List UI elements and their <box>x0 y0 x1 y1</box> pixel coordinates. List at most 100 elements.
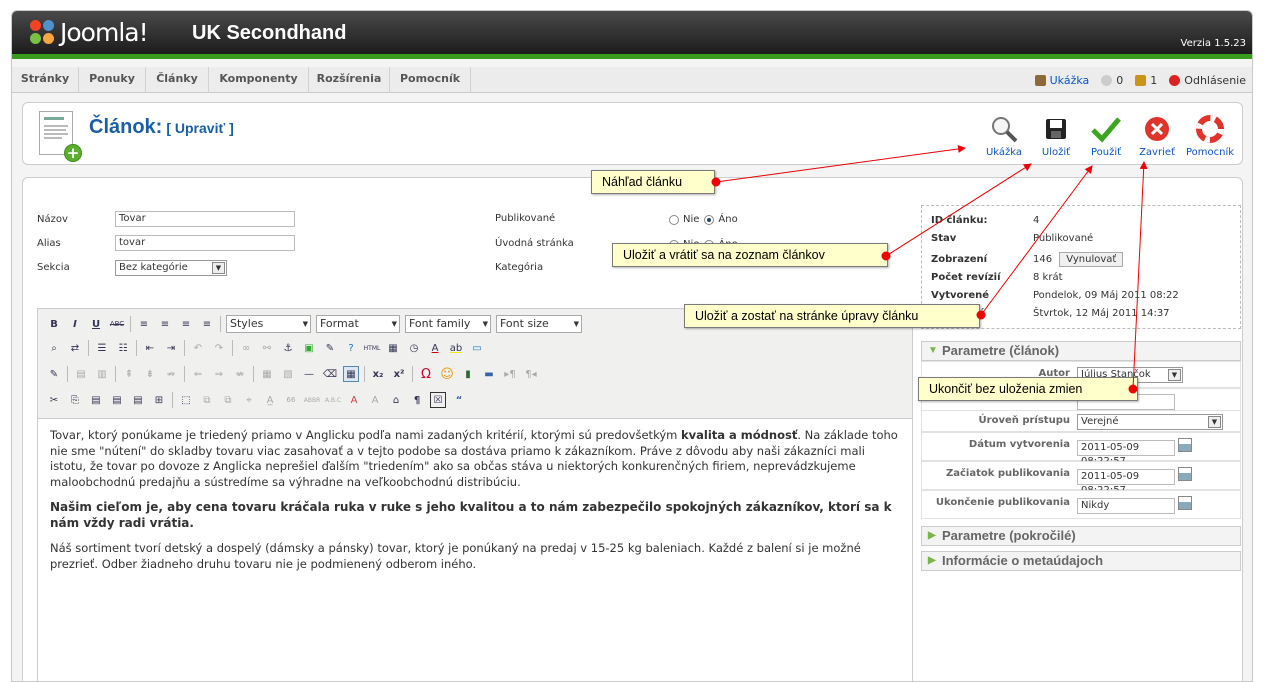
preview-doc-icon[interactable]: ▭ <box>469 340 485 356</box>
cell-props-icon[interactable]: ▥ <box>94 366 110 382</box>
help-button[interactable]: Pomocník <box>1186 115 1234 158</box>
select-all-icon[interactable]: ⊞ <box>151 392 167 408</box>
acronym-icon[interactable]: A.B.C <box>325 392 341 408</box>
split-icon[interactable]: ▧ <box>280 366 296 382</box>
ltr-icon[interactable]: ▸¶ <box>502 366 518 382</box>
menu-item-help[interactable]: Pomocník <box>390 67 471 93</box>
table-icon[interactable]: ▦ <box>343 366 359 382</box>
image-icon[interactable]: ▣ <box>301 340 317 356</box>
users-count[interactable]: 1 <box>1135 74 1157 87</box>
nbsp-icon[interactable]: ▬ <box>481 366 497 382</box>
format-dropdown[interactable]: Format ▼ <box>316 315 400 333</box>
show-blocks-icon[interactable]: ¶ <box>409 392 425 408</box>
indent-icon[interactable]: ⇥ <box>163 340 179 356</box>
copy-icon[interactable]: ⎘ <box>67 392 83 408</box>
find-icon[interactable]: ⌕ <box>46 340 62 356</box>
abbr-icon[interactable]: ABBR <box>304 392 321 408</box>
font-size-dropdown[interactable]: Font size ▼ <box>496 315 582 333</box>
insert-layer-icon[interactable]: ⧉ <box>199 392 215 408</box>
apply-button[interactable]: Použiť <box>1082 115 1130 158</box>
calendar-icon[interactable] <box>1178 496 1192 510</box>
paste-word-icon[interactable]: ▤ <box>130 392 146 408</box>
merge-icon[interactable]: ▦ <box>259 366 275 382</box>
eraser-icon[interactable]: ⌫ <box>322 366 338 382</box>
italic-icon[interactable]: I <box>67 316 83 332</box>
published-no-radio[interactable] <box>669 214 679 225</box>
access-select[interactable]: Verejné ▼ <box>1077 414 1223 430</box>
delete-col-icon[interactable]: ⇎ <box>232 366 248 382</box>
undo-icon[interactable]: ↶ <box>190 340 206 356</box>
media-icon[interactable]: ▮ <box>460 366 476 382</box>
menu-item-menus[interactable]: Ponuky <box>79 67 146 93</box>
cleanup-icon[interactable]: ✎ <box>322 340 338 356</box>
editor-content[interactable]: Tovar, ktorý ponúkame je triedený priamo… <box>50 428 900 582</box>
published-yes-radio[interactable] <box>704 214 715 225</box>
special-char-icon[interactable]: Ω <box>418 366 434 382</box>
preview-link[interactable]: Ukážka <box>1034 74 1089 87</box>
underline-icon[interactable]: U <box>88 316 104 332</box>
params-advanced-header[interactable]: ▶ Parametre (pokročilé) <box>921 526 1241 546</box>
superscript-icon[interactable]: x² <box>391 366 407 382</box>
preview-button[interactable]: Ukážka <box>980 115 1028 158</box>
strikethrough-icon[interactable]: ABC <box>109 316 125 332</box>
outdent-icon[interactable]: ⇤ <box>142 340 158 356</box>
row-before-icon[interactable]: ⇞ <box>121 366 137 382</box>
metadata-header[interactable]: ▶ Informácie o metaúdajoch <box>921 551 1241 571</box>
move-forward-icon[interactable]: ⧉ <box>220 392 236 408</box>
edit-icon[interactable]: ✎ <box>46 366 62 382</box>
styles-props-icon[interactable]: A̲ <box>262 392 278 408</box>
del-icon[interactable]: A <box>346 392 362 408</box>
align-right-icon[interactable]: ≡ <box>178 316 194 332</box>
calendar-icon[interactable] <box>1178 467 1192 481</box>
cut-icon[interactable]: ✂ <box>46 392 62 408</box>
replace-icon[interactable]: ⇄ <box>67 340 83 356</box>
unlink-icon[interactable]: ⚯ <box>259 340 275 356</box>
section-select[interactable]: Bez kategórie ▼ <box>115 260 227 276</box>
align-center-icon[interactable]: ≡ <box>157 316 173 332</box>
html-icon[interactable]: HTML <box>364 340 381 356</box>
absolute-icon[interactable]: ⌖ <box>241 392 257 408</box>
col-after-icon[interactable]: ⇒ <box>211 366 227 382</box>
delete-row-icon[interactable]: ⇏ <box>163 366 179 382</box>
font-family-dropdown[interactable]: Font family ▼ <box>405 315 491 333</box>
numbered-list-icon[interactable]: ☷ <box>115 340 131 356</box>
date-icon[interactable]: ▦ <box>385 340 401 356</box>
table-props-icon[interactable]: ▤ <box>73 366 89 382</box>
bold-icon[interactable]: B <box>46 316 62 332</box>
align-justify-icon[interactable]: ≡ <box>199 316 215 332</box>
blockquote-icon[interactable]: “ <box>451 392 467 408</box>
joomla-logo[interactable]: Joomla! <box>30 18 149 47</box>
row-after-icon[interactable]: ⇟ <box>142 366 158 382</box>
align-left-icon[interactable]: ≡ <box>136 316 152 332</box>
logout-link[interactable]: Odhlásenie <box>1169 74 1246 87</box>
menu-item-articles[interactable]: Články <box>146 67 209 93</box>
attribs-icon[interactable]: ⌂ <box>388 392 404 408</box>
bullet-list-icon[interactable]: ☰ <box>94 340 110 356</box>
params-article-header[interactable]: ▼ Parametre (článok) <box>921 341 1241 361</box>
cite-icon[interactable]: 66 <box>283 392 299 408</box>
emoticon-icon[interactable]: ☺ <box>439 366 455 382</box>
publish-start-input[interactable]: 2011-05-09 08:22:57 <box>1077 469 1175 496</box>
close-button[interactable]: Zavrieť <box>1133 115 1181 158</box>
ins-icon[interactable]: A <box>367 392 383 408</box>
menu-item-components[interactable]: Komponenty <box>209 67 309 93</box>
calendar-icon[interactable] <box>1178 438 1192 452</box>
col-before-icon[interactable]: ⇐ <box>190 366 206 382</box>
subscript-icon[interactable]: x₂ <box>370 366 386 382</box>
menu-item-extensions[interactable]: Rozšírenia <box>309 67 390 93</box>
highlight-icon[interactable]: ab <box>448 340 464 356</box>
paste-text-icon[interactable]: ▤ <box>109 392 125 408</box>
created-date-input[interactable]: 2011-05-09 08:22:57 <box>1077 440 1175 467</box>
time-icon[interactable]: ◷ <box>406 340 422 356</box>
link-icon[interactable]: ∞ <box>238 340 254 356</box>
anchor-icon[interactable]: ⚓ <box>280 340 296 356</box>
reset-hits-button[interactable]: Vynulovať <box>1059 252 1124 267</box>
publish-end-input[interactable]: Nikdy <box>1077 498 1175 514</box>
alias-input[interactable]: tovar <box>115 235 295 251</box>
hr-icon[interactable]: — <box>301 366 317 382</box>
rtl-icon[interactable]: ¶◂ <box>523 366 539 382</box>
title-input[interactable]: Tovar <box>115 211 295 227</box>
text-color-icon[interactable]: A <box>427 340 443 356</box>
visual-aid-icon[interactable]: ⬚ <box>178 392 194 408</box>
menu-item-pages[interactable]: Stránky <box>12 67 79 93</box>
